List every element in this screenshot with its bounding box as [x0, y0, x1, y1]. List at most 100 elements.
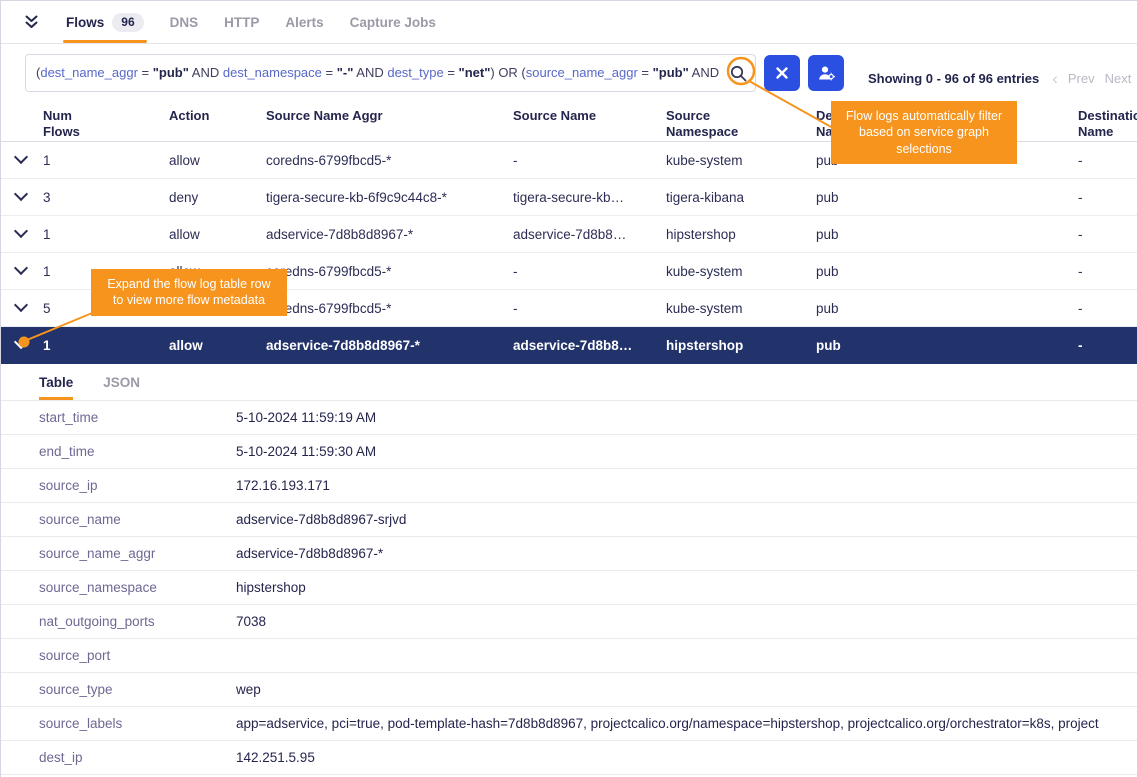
detail-row: nat_outgoing_ports7038: [1, 605, 1137, 639]
detail-row: dest_ip142.251.5.95: [1, 741, 1137, 775]
cell-source_name: -: [513, 153, 666, 168]
cell-num: 1: [43, 153, 169, 168]
cell-source_name: -: [513, 301, 666, 316]
detail-value: wep: [236, 682, 1137, 697]
detail-row: source_ip172.16.193.171: [1, 469, 1137, 503]
cell-source_name_aggr: adservice-7d8b8d8967-*: [266, 338, 513, 353]
detail-row: source_port: [1, 639, 1137, 673]
query-segment: dest_type: [387, 65, 443, 80]
cell-dest_name_aggr: pub: [816, 264, 1078, 279]
filter-query-text: (dest_name_aggr = "pub" AND dest_namespa…: [36, 55, 723, 91]
collapse-panel-icon[interactable]: [23, 14, 40, 30]
cell-num: 3: [43, 190, 169, 205]
cell-dest_name: -: [1078, 190, 1137, 205]
header-dest-name: DestinationName: [1078, 108, 1137, 140]
tab-capture-jobs[interactable]: Capture Jobs: [350, 1, 436, 43]
cell-action: allow: [169, 338, 266, 353]
detail-value: 5-10-2024 11:59:30 AM: [236, 444, 1137, 459]
query-segment: =: [444, 65, 459, 80]
tab-label: Capture Jobs: [350, 15, 436, 30]
header-source-name-aggr: Source Name Aggr: [266, 108, 513, 124]
header-action: Action: [169, 108, 266, 124]
cell-dest_name: -: [1078, 338, 1137, 353]
detail-row: source_nameadservice-7d8b8d8967-srjvd: [1, 503, 1137, 537]
cell-source_namespace: kube-system: [666, 264, 816, 279]
next-button[interactable]: Next: [1105, 71, 1132, 86]
query-segment: =: [138, 65, 153, 80]
prev-button[interactable]: Prev: [1068, 71, 1095, 86]
detail-row: start_time5-10-2024 11:59:19 AM: [1, 401, 1137, 435]
log-type-tabs: Flows 96 DNS HTTP Alerts Capture Jobs: [1, 1, 1137, 44]
expand-row-icon[interactable]: [1, 227, 43, 242]
close-icon: [775, 66, 789, 80]
cell-source_name_aggr: coredns-6799fbcd5-*: [266, 153, 513, 168]
cell-source_namespace: kube-system: [666, 301, 816, 316]
tab-label: HTTP: [224, 15, 259, 30]
cell-dest_name: -: [1078, 153, 1137, 168]
pagination: ‹ Prev Next ›: [1052, 70, 1137, 87]
flow-table-row[interactable]: 1allowadservice-7d8b8d8967-*adservice-7d…: [1, 216, 1137, 253]
cell-dest_name: -: [1078, 264, 1137, 279]
detail-value: adservice-7d8b8d8967-srjvd: [236, 512, 1137, 527]
query-segment: "-": [337, 65, 354, 80]
search-icon[interactable]: [729, 64, 748, 88]
detail-row: end_time5-10-2024 11:59:30 AM: [1, 435, 1137, 469]
query-segment: "net": [459, 65, 491, 80]
detail-value: 142.251.5.95: [236, 750, 1137, 765]
query-segment: AND: [353, 65, 387, 80]
cell-dest_name: -: [1078, 227, 1137, 242]
tab-http[interactable]: HTTP: [224, 1, 259, 43]
query-segment: AND: [689, 65, 719, 80]
clear-filter-button[interactable]: [764, 55, 800, 91]
tab-json[interactable]: JSON: [103, 364, 140, 400]
cell-num: 1: [43, 227, 169, 242]
header-num-flows: NumFlows: [43, 108, 169, 140]
filter-bar: (dest_name_aggr = "pub" AND dest_namespa…: [1, 44, 1137, 102]
tab-alerts[interactable]: Alerts: [285, 1, 323, 43]
detail-key: source_name: [39, 512, 236, 527]
detail-key: source_labels: [39, 716, 236, 731]
cell-source_name: adservice-7d8b8…: [513, 227, 666, 242]
cell-source_namespace: kube-system: [666, 153, 816, 168]
query-segment: "pub": [653, 65, 689, 80]
cell-source_name_aggr: coredns-6799fbcd5-*: [266, 301, 513, 316]
detail-key: nat_outgoing_ports: [39, 614, 236, 629]
query-segment: =: [322, 65, 337, 80]
detail-tabs: Table JSON: [1, 364, 1137, 401]
detail-key: dest_ip: [39, 750, 236, 765]
expand-row-icon[interactable]: [1, 153, 43, 168]
cell-action: deny: [169, 190, 266, 205]
header-source-namespace: SourceNamespace: [666, 108, 816, 140]
tab-table[interactable]: Table: [39, 364, 73, 400]
detail-key: start_time: [39, 410, 236, 425]
query-segment: dest_namespace: [223, 65, 322, 80]
detail-value: 5-10-2024 11:59:19 AM: [236, 410, 1137, 425]
user-settings-button[interactable]: [808, 55, 844, 91]
detail-value: hipstershop: [236, 580, 1137, 595]
callout-filter-tip: Flow logs automatically filter based on …: [831, 101, 1017, 164]
detail-row: source_labelsapp=adservice, pci=true, po…: [1, 707, 1137, 741]
cell-source_namespace: hipstershop: [666, 338, 816, 353]
filter-query-input[interactable]: (dest_name_aggr = "pub" AND dest_namespa…: [25, 54, 756, 92]
expand-row-icon[interactable]: [1, 264, 43, 279]
cell-dest_name_aggr: pub: [816, 190, 1078, 205]
expand-row-icon[interactable]: [1, 301, 43, 316]
expand-row-icon[interactable]: [1, 190, 43, 205]
header-source-name: Source Name: [513, 108, 666, 124]
user-gear-icon: [817, 64, 836, 82]
query-segment: "pub": [153, 65, 189, 80]
flow-table-row[interactable]: 1allowadservice-7d8b8d8967-*adservice-7d…: [1, 327, 1137, 364]
cell-source_namespace: hipstershop: [666, 227, 816, 242]
callout-expand-tip: Expand the flow log table row to view mo…: [91, 269, 287, 316]
tab-label: Alerts: [285, 15, 323, 30]
cell-source_name_aggr: adservice-7d8b8d8967-*: [266, 227, 513, 242]
expand-row-icon[interactable]: [1, 338, 43, 353]
tab-flows[interactable]: Flows 96: [66, 1, 144, 43]
tab-dns[interactable]: DNS: [170, 1, 199, 43]
detail-key: source_port: [39, 648, 236, 663]
detail-key: source_namespace: [39, 580, 236, 595]
query-segment: ) OR (: [490, 65, 525, 80]
flow-logs-panel: Flows 96 DNS HTTP Alerts Capture Jobs (d…: [0, 0, 1137, 777]
flow-table-row[interactable]: 3denytigera-secure-kb-6f9c9c44c8-*tigera…: [1, 179, 1137, 216]
detail-key: end_time: [39, 444, 236, 459]
